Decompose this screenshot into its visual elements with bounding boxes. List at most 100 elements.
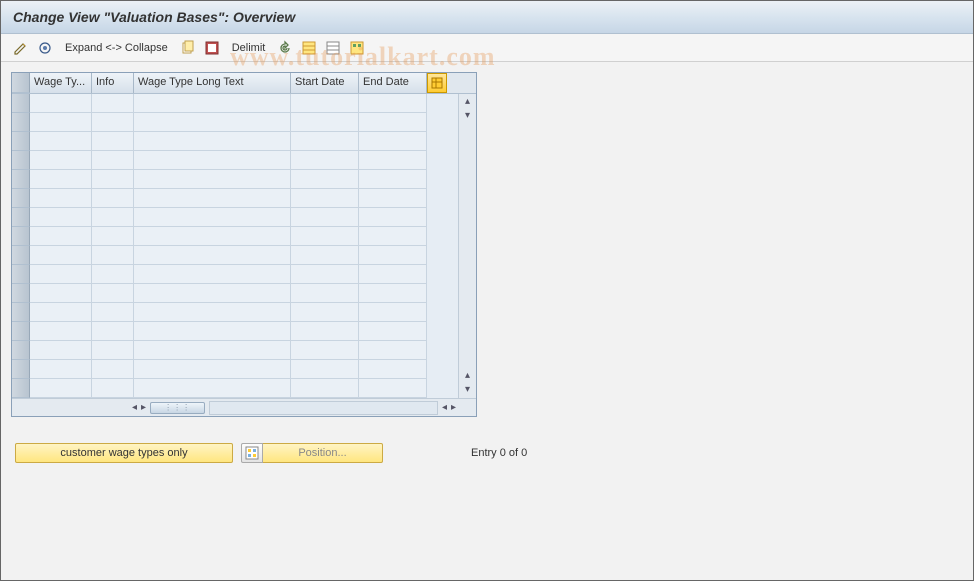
select-all-icon[interactable] — [202, 38, 222, 58]
cell-start-date[interactable] — [291, 170, 359, 189]
cell-long-text[interactable] — [134, 227, 291, 246]
row-selector[interactable] — [12, 227, 30, 246]
table-row[interactable] — [12, 360, 458, 379]
cell-wage-type[interactable] — [30, 227, 92, 246]
scroll-left-icon[interactable]: ◂ — [440, 402, 449, 413]
cell-start-date[interactable] — [291, 227, 359, 246]
cell-info[interactable] — [92, 341, 134, 360]
col-end-date[interactable]: End Date — [359, 73, 427, 93]
cell-info[interactable] — [92, 151, 134, 170]
copy-icon[interactable] — [178, 38, 198, 58]
cell-info[interactable] — [92, 189, 134, 208]
other-view-icon[interactable] — [35, 38, 55, 58]
table-row[interactable] — [12, 151, 458, 170]
row-selector[interactable] — [12, 265, 30, 284]
cell-end-date[interactable] — [359, 113, 427, 132]
cell-end-date[interactable] — [359, 303, 427, 322]
scroll-down-end-icon[interactable]: ▾ — [465, 383, 470, 397]
select-block-icon[interactable] — [299, 38, 319, 58]
cell-long-text[interactable] — [134, 322, 291, 341]
cell-info[interactable] — [92, 284, 134, 303]
cell-start-date[interactable] — [291, 341, 359, 360]
table-row[interactable] — [12, 227, 458, 246]
cell-wage-type[interactable] — [30, 94, 92, 113]
scroll-right-step-icon[interactable]: ▸ — [139, 402, 148, 413]
cell-info[interactable] — [92, 132, 134, 151]
cell-wage-type[interactable] — [30, 303, 92, 322]
cell-long-text[interactable] — [134, 360, 291, 379]
cell-wage-type[interactable] — [30, 189, 92, 208]
configure-columns-icon[interactable] — [427, 73, 447, 93]
cell-end-date[interactable] — [359, 265, 427, 284]
cell-wage-type[interactable] — [30, 265, 92, 284]
table-settings-icon[interactable] — [347, 38, 367, 58]
cell-info[interactable] — [92, 208, 134, 227]
cell-info[interactable] — [92, 113, 134, 132]
cell-wage-type[interactable] — [30, 360, 92, 379]
row-selector[interactable] — [12, 208, 30, 227]
cell-info[interactable] — [92, 360, 134, 379]
cell-info[interactable] — [92, 303, 134, 322]
row-selector[interactable] — [12, 132, 30, 151]
row-selector[interactable] — [12, 341, 30, 360]
table-row[interactable] — [12, 322, 458, 341]
cell-start-date[interactable] — [291, 151, 359, 170]
cell-end-date[interactable] — [359, 94, 427, 113]
cell-long-text[interactable] — [134, 170, 291, 189]
cell-wage-type[interactable] — [30, 379, 92, 398]
change-mode-icon[interactable] — [11, 38, 31, 58]
cell-long-text[interactable] — [134, 265, 291, 284]
cell-end-date[interactable] — [359, 208, 427, 227]
table-row[interactable] — [12, 94, 458, 113]
cell-long-text[interactable] — [134, 379, 291, 398]
row-selector[interactable] — [12, 379, 30, 398]
table-row[interactable] — [12, 113, 458, 132]
cell-start-date[interactable] — [291, 189, 359, 208]
col-info[interactable]: Info — [92, 73, 134, 93]
cell-info[interactable] — [92, 94, 134, 113]
cell-info[interactable] — [92, 246, 134, 265]
cell-info[interactable] — [92, 379, 134, 398]
cell-wage-type[interactable] — [30, 132, 92, 151]
cell-wage-type[interactable] — [30, 284, 92, 303]
select-all-rows[interactable] — [12, 73, 30, 93]
cell-end-date[interactable] — [359, 132, 427, 151]
cell-end-date[interactable] — [359, 246, 427, 265]
cell-long-text[interactable] — [134, 132, 291, 151]
cell-wage-type[interactable] — [30, 341, 92, 360]
position-button[interactable]: Position... — [263, 443, 383, 463]
cell-start-date[interactable] — [291, 246, 359, 265]
scroll-up-icon[interactable]: ▴ — [465, 95, 470, 109]
cell-long-text[interactable] — [134, 284, 291, 303]
cell-info[interactable] — [92, 170, 134, 189]
row-selector[interactable] — [12, 360, 30, 379]
table-row[interactable] — [12, 303, 458, 322]
cell-long-text[interactable] — [134, 94, 291, 113]
col-wage-type[interactable]: Wage Ty... — [30, 73, 92, 93]
row-selector[interactable] — [12, 113, 30, 132]
cell-start-date[interactable] — [291, 265, 359, 284]
hscroll-thumb[interactable]: ⋮⋮⋮ — [150, 402, 205, 414]
cell-wage-type[interactable] — [30, 208, 92, 227]
cell-start-date[interactable] — [291, 284, 359, 303]
table-row[interactable] — [12, 341, 458, 360]
table-row[interactable] — [12, 208, 458, 227]
cell-long-text[interactable] — [134, 341, 291, 360]
cell-end-date[interactable] — [359, 341, 427, 360]
customer-wage-types-button[interactable]: customer wage types only — [15, 443, 233, 463]
scroll-left-start-icon[interactable]: ◂ — [130, 402, 139, 413]
cell-end-date[interactable] — [359, 170, 427, 189]
cell-wage-type[interactable] — [30, 170, 92, 189]
row-selector[interactable] — [12, 284, 30, 303]
hscroll-track[interactable] — [209, 401, 438, 415]
cell-info[interactable] — [92, 322, 134, 341]
position-icon[interactable] — [241, 443, 263, 463]
row-selector[interactable] — [12, 94, 30, 113]
cell-long-text[interactable] — [134, 151, 291, 170]
scroll-right-icon[interactable]: ▸ — [449, 402, 458, 413]
row-selector[interactable] — [12, 246, 30, 265]
table-row[interactable] — [12, 265, 458, 284]
row-selector[interactable] — [12, 303, 30, 322]
cell-end-date[interactable] — [359, 379, 427, 398]
cell-start-date[interactable] — [291, 132, 359, 151]
